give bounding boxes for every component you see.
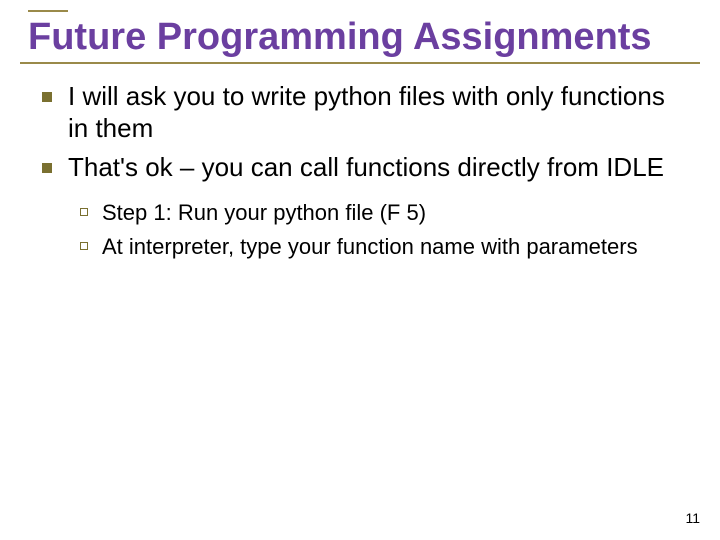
list-item: Step 1: Run your python file (F 5)	[80, 199, 690, 227]
slide-title: Future Programming Assignments	[28, 16, 700, 60]
page-number: 11	[685, 510, 700, 526]
hollow-square-bullet-icon	[80, 208, 88, 216]
sub-bullet-text: Step 1: Run your python file (F 5)	[102, 199, 426, 227]
bullet-text: I will ask you to write python files wit…	[68, 80, 690, 145]
square-bullet-icon	[42, 92, 52, 102]
title-top-rule	[28, 10, 68, 12]
list-item: That's ok – you can call functions direc…	[42, 151, 690, 184]
bullet-text: That's ok – you can call functions direc…	[68, 151, 664, 184]
list-item: I will ask you to write python files wit…	[42, 80, 690, 145]
hollow-square-bullet-icon	[80, 242, 88, 250]
title-underline	[20, 62, 700, 64]
list-item: At interpreter, type your function name …	[80, 233, 690, 261]
bullet-list: I will ask you to write python files wit…	[20, 80, 700, 184]
slide: Future Programming Assignments I will as…	[0, 0, 720, 540]
sub-bullet-list: Step 1: Run your python file (F 5) At in…	[20, 199, 700, 260]
square-bullet-icon	[42, 163, 52, 173]
sub-bullet-text: At interpreter, type your function name …	[102, 233, 638, 261]
